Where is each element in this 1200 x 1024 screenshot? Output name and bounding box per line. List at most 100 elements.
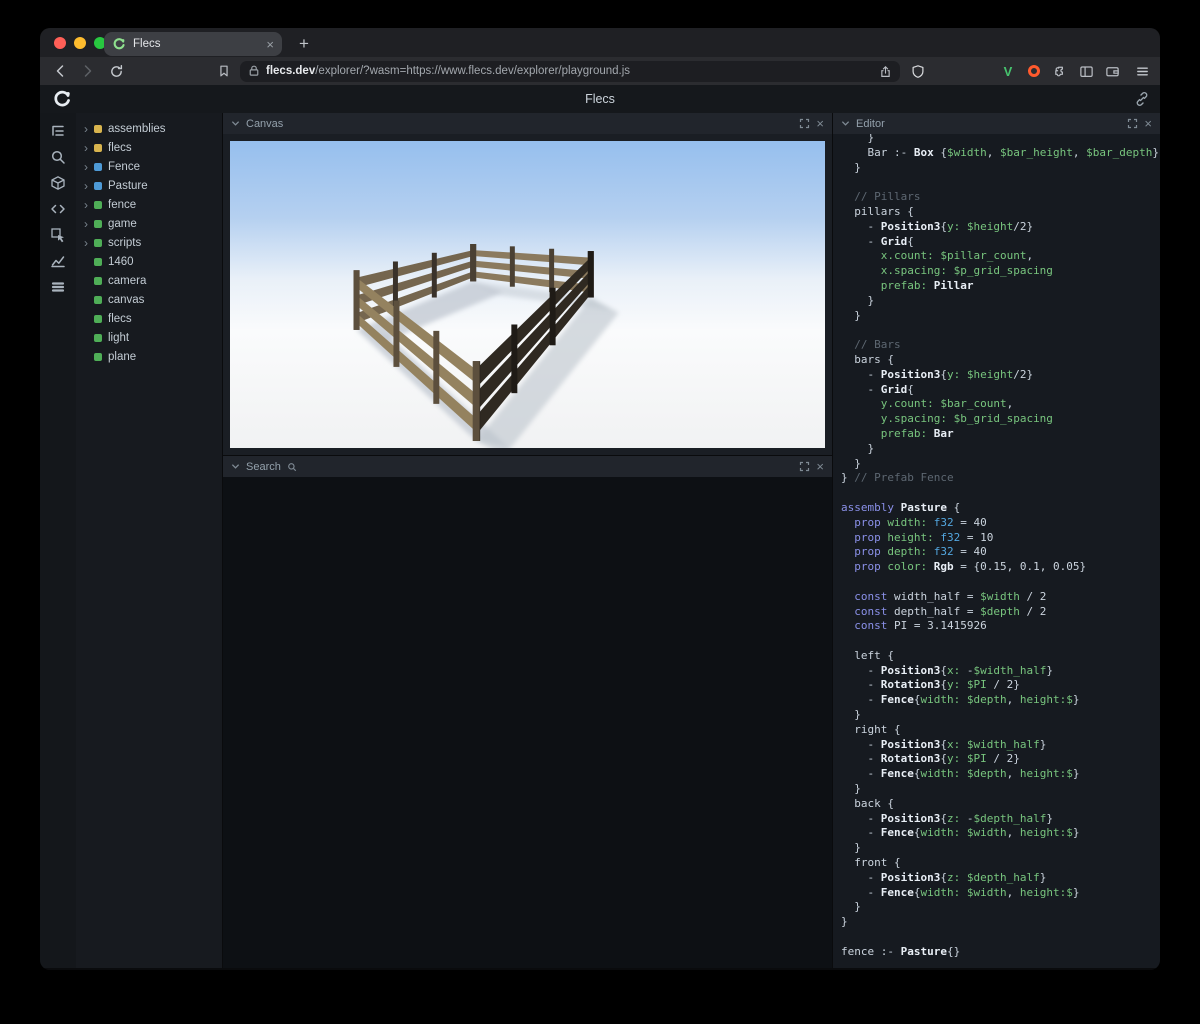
tree-item-flecs[interactable]: flecs	[76, 309, 222, 328]
extension-orange-icon[interactable]	[1024, 61, 1044, 81]
tree-item-plane[interactable]: plane	[76, 347, 222, 366]
tree-item-assemblies[interactable]: › assemblies	[76, 119, 222, 138]
link-icon[interactable]	[1134, 91, 1150, 112]
entity-kind-swatch	[94, 162, 102, 171]
entity-kind-swatch	[94, 219, 102, 228]
chevron-right-icon[interactable]: ›	[84, 237, 94, 249]
code-line: prop color: Rgb = {0.15, 0.1, 0.05}	[841, 560, 1087, 574]
chevron-right-icon[interactable]: ›	[84, 218, 94, 230]
editor-code[interactable]: } Bar :- Box {$width, $bar_height, $bar_…	[833, 134, 1160, 960]
entity-kind-swatch	[94, 333, 102, 342]
new-tab-button[interactable]: +	[292, 32, 316, 56]
tree-item-label: camera	[108, 274, 147, 287]
code-line: const depth_half = $depth / 2	[841, 604, 1047, 618]
close-window-button[interactable]	[54, 37, 66, 49]
tree-item-light[interactable]: light	[76, 328, 222, 347]
code-line: - Fence{width: $width, height:$}	[841, 826, 1080, 840]
rows-icon[interactable]	[50, 279, 66, 295]
brave-shield-icon[interactable]	[908, 61, 928, 81]
code-line: prop height: f32 = 10	[841, 530, 994, 544]
tree-item-label: fence	[108, 198, 137, 211]
expand-icon[interactable]	[799, 118, 810, 129]
reload-icon[interactable]	[106, 61, 126, 81]
tree-item-scripts[interactable]: › scripts	[76, 233, 222, 252]
code-line: front {	[841, 856, 901, 870]
entity-kind-swatch	[94, 257, 102, 266]
expand-icon[interactable]	[1127, 118, 1138, 129]
minimize-window-button[interactable]	[74, 37, 86, 49]
code-line: back {	[841, 796, 894, 810]
code-line: - Position3{x: $width_half}	[841, 737, 1047, 751]
close-icon[interactable]: ×	[816, 460, 824, 473]
chevron-right-icon[interactable]: ›	[84, 123, 94, 135]
tree-item-1460[interactable]: 1460	[76, 252, 222, 271]
code-line: }	[841, 915, 848, 929]
tree-item-fence[interactable]: › fence	[76, 195, 222, 214]
code-line: }	[841, 456, 861, 470]
pointer-icon[interactable]	[50, 227, 66, 243]
entity-kind-swatch	[94, 181, 102, 190]
code-icon[interactable]	[50, 201, 66, 217]
sidebar-toggle-icon[interactable]	[1076, 61, 1096, 81]
search-body[interactable]	[223, 477, 832, 968]
chart-icon[interactable]	[50, 253, 66, 269]
code-line: }	[841, 160, 861, 174]
browser-window: Flecs × + flecs.dev/explorer/?wasm=https…	[40, 28, 1160, 970]
back-icon[interactable]	[50, 61, 70, 81]
browser-tab[interactable]: Flecs ×	[104, 32, 282, 56]
forward-icon[interactable]	[78, 61, 98, 81]
code-line: fence :- Pasture{}	[841, 944, 961, 958]
extensions-puzzle-icon[interactable]	[1050, 61, 1070, 81]
bookmark-icon[interactable]	[214, 61, 234, 81]
code-line: bars {	[841, 352, 894, 366]
tree-item-label: plane	[108, 350, 137, 363]
3d-viewport[interactable]	[230, 141, 825, 448]
code-line: prefab: Pillar	[841, 278, 974, 292]
editor-panel: Editor × } Bar :- Box {$width, $bar_heig…	[833, 113, 1160, 968]
code-line: - Position3{z: -$depth_half}	[841, 811, 1053, 825]
tree-item-game[interactable]: › game	[76, 214, 222, 233]
tree-item-flecs[interactable]: › flecs	[76, 138, 222, 157]
share-icon[interactable]	[879, 65, 892, 78]
code-line: - Position3{y: $height/2}	[841, 219, 1034, 233]
chevron-down-icon[interactable]	[231, 119, 240, 128]
menu-icon[interactable]	[1132, 61, 1152, 81]
close-icon[interactable]: ×	[816, 117, 824, 130]
close-icon[interactable]: ×	[1144, 117, 1152, 130]
chevron-right-icon[interactable]: ›	[84, 199, 94, 211]
tree-item-Pasture[interactable]: › Pasture	[76, 176, 222, 195]
code-line: }	[841, 134, 875, 144]
tab-strip: Flecs × +	[40, 28, 1160, 57]
tree-item-Fence[interactable]: › Fence	[76, 157, 222, 176]
editor-body[interactable]: } Bar :- Box {$width, $bar_height, $bar_…	[833, 134, 1160, 968]
app-header: Flecs	[40, 85, 1160, 113]
entity-kind-swatch	[94, 143, 102, 152]
chevron-down-icon[interactable]	[841, 119, 850, 128]
page-title: Flecs	[585, 92, 615, 106]
tree-item-canvas[interactable]: canvas	[76, 290, 222, 309]
code-line: x.spacing: $p_grid_spacing	[841, 264, 1053, 278]
chevron-right-icon[interactable]: ›	[84, 180, 94, 192]
tree-item-label: canvas	[108, 293, 145, 306]
extension-v-icon[interactable]: V	[998, 61, 1018, 81]
entity-kind-swatch	[94, 295, 102, 304]
cube-icon[interactable]	[50, 175, 66, 191]
code-line: pillars {	[841, 204, 914, 218]
lock-icon	[249, 65, 259, 76]
chevron-down-icon[interactable]	[231, 462, 240, 471]
chevron-right-icon[interactable]: ›	[84, 161, 94, 173]
tree-item-label: Pasture	[108, 179, 148, 192]
search-icon[interactable]	[50, 149, 66, 165]
code-line: }	[841, 308, 861, 322]
expand-icon[interactable]	[799, 461, 810, 472]
wallet-icon[interactable]	[1102, 61, 1122, 81]
url-bar[interactable]: flecs.dev/explorer/?wasm=https://www.fle…	[240, 60, 900, 82]
chevron-right-icon[interactable]: ›	[84, 142, 94, 154]
tree-item-camera[interactable]: camera	[76, 271, 222, 290]
tab-close-icon[interactable]: ×	[266, 38, 274, 51]
code-line: // Pillars	[841, 190, 921, 204]
tree-icon[interactable]	[50, 123, 66, 139]
tree-item-label: 1460	[108, 255, 134, 268]
canvas-panel: Canvas ×	[223, 113, 832, 455]
tab-favicon-flecs-logo	[113, 38, 125, 50]
